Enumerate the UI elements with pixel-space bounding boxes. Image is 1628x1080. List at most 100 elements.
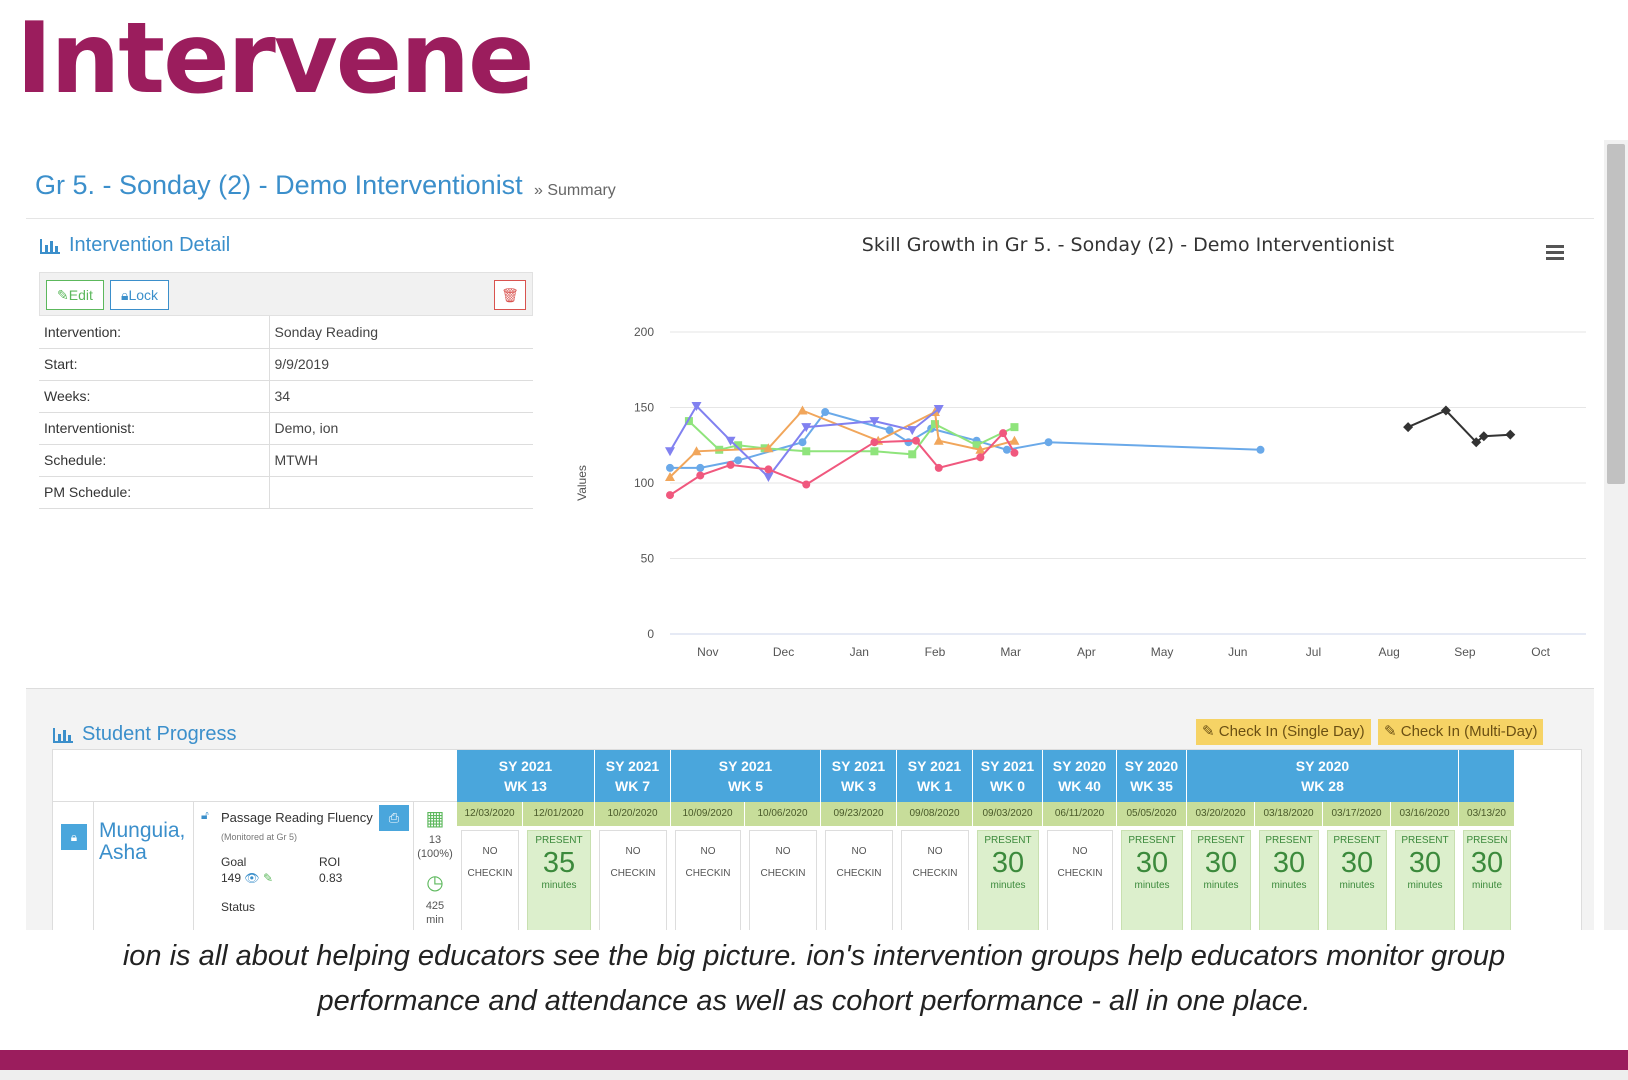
attendance-sub: CHECKIN xyxy=(1057,868,1103,879)
detail-value: MTWH xyxy=(268,444,533,477)
week-year: SY 2020 xyxy=(1295,758,1350,774)
attendance-unit: minute xyxy=(1471,880,1502,891)
attendance-present[interactable]: PRESEN 30 minute xyxy=(1463,830,1511,930)
week-number: WK 40 xyxy=(1058,778,1101,794)
x-tick-label: Jun xyxy=(1228,645,1247,659)
data-point xyxy=(665,447,675,457)
attendance-present[interactable]: PRESENT 30 minutes xyxy=(977,830,1039,930)
measure-name: Passage Reading Fluency xyxy=(221,810,373,825)
week-header[interactable]: SY 2021 WK 1 xyxy=(897,750,973,802)
attendance-no-checkin[interactable]: NO CHECKIN xyxy=(749,830,817,930)
attendance-state: NO xyxy=(482,846,498,857)
page-title: Gr 5. - Sonday (2) - Demo Interventionis… xyxy=(35,170,523,200)
attendance-no-checkin[interactable]: NO CHECKIN xyxy=(599,830,667,930)
breadcrumb-summary[interactable]: » Summary xyxy=(534,182,616,200)
attendance-present[interactable]: PRESENT 30 minutes xyxy=(1395,830,1455,930)
scrollbar[interactable] xyxy=(1604,140,1628,930)
attendance-present[interactable]: PRESENT 30 minutes xyxy=(1259,830,1319,930)
attendance-no-checkin[interactable]: NO CHECKIN xyxy=(675,830,741,930)
data-point xyxy=(1002,445,1011,454)
date-cell: 03/13/20 xyxy=(1459,802,1515,826)
scroll-thumb[interactable] xyxy=(1607,144,1625,484)
edit-button[interactable]: ✎Edit xyxy=(46,280,104,310)
week-header[interactable]: SY 2021 WK 3 xyxy=(821,750,897,802)
detail-value: 9/9/2019 xyxy=(268,348,533,381)
attendance-no-checkin[interactable]: NO CHECKIN xyxy=(461,830,519,930)
week-year: SY 2020 xyxy=(1052,758,1107,774)
x-tick-label: Dec xyxy=(773,645,794,659)
detail-value: Sonday Reading xyxy=(268,316,533,349)
title-divider xyxy=(26,218,1594,219)
detail-row: Intervention: Sonday Reading xyxy=(39,316,533,349)
attendance-no-checkin[interactable]: NO CHECKIN xyxy=(1047,830,1113,930)
caption-line-2: performance and attendance as well as co… xyxy=(317,985,1311,1017)
date-cell: 05/05/2020 xyxy=(1117,802,1187,826)
week-year: SY 2021 xyxy=(831,758,886,774)
attendance-present[interactable]: PRESENT 30 minutes xyxy=(1191,830,1251,930)
attendance-no-checkin[interactable]: NO CHECKIN xyxy=(825,830,893,930)
column-divider xyxy=(93,802,94,930)
week-header[interactable]: SY 2021 WK 0 xyxy=(973,750,1043,802)
attendance-present[interactable]: PRESENT 35 minutes xyxy=(527,830,591,930)
attendance-sub: CHECKIN xyxy=(912,868,958,879)
week-number: WK 28 xyxy=(1301,778,1344,794)
check-in-single-day-button[interactable]: ✎ Check In (Single Day) xyxy=(1196,719,1371,745)
data-point xyxy=(933,435,944,445)
delete-button[interactable]: 🗑︎ xyxy=(494,280,526,310)
student-name[interactable]: Munguia, Asha xyxy=(99,820,185,864)
sessions-count: 13 xyxy=(428,834,442,846)
data-point xyxy=(1010,448,1019,457)
date-cell: 10/20/2020 xyxy=(595,802,671,826)
attendance-sub: CHECKIN xyxy=(685,868,731,879)
pencil-icon: ✎ xyxy=(1384,723,1401,740)
lock-button[interactable]: 🔒︎Lock xyxy=(110,280,170,310)
check-in-multi-day-button[interactable]: ✎ Check In (Multi-Day) xyxy=(1378,719,1544,745)
week-year: SY 2021 xyxy=(605,758,660,774)
data-point xyxy=(666,463,674,472)
attendance-unit: minutes xyxy=(990,880,1026,891)
week-header[interactable]: SY 2021 WK 13 xyxy=(457,750,595,802)
data-point xyxy=(1256,445,1265,454)
student-progress-panel: Student Progress ✎ Check In (Single Day)… xyxy=(26,688,1594,930)
data-point xyxy=(802,480,811,489)
data-point xyxy=(696,463,705,472)
unlock-icon[interactable]: 🔓︎ xyxy=(201,808,209,823)
data-point xyxy=(696,471,705,480)
detail-row: Interventionist: Demo, ion xyxy=(39,412,533,445)
data-point xyxy=(666,491,674,500)
week-header[interactable]: SY 2021 WK 7 xyxy=(595,750,671,802)
x-tick-label: Sep xyxy=(1454,645,1476,659)
attendance-minutes: 30 xyxy=(991,847,1025,879)
detail-row: Weeks: 34 xyxy=(39,380,533,413)
attendance-no-checkin[interactable]: NO CHECKIN xyxy=(901,830,969,930)
detail-label: Start: xyxy=(39,348,269,381)
data-point xyxy=(734,456,743,465)
pencil-icon: ✎ xyxy=(1202,723,1219,740)
monitored-note: (Monitored at Gr 5) xyxy=(221,832,298,842)
data-point xyxy=(999,429,1008,438)
edit-icon[interactable]: ✎ xyxy=(263,871,273,885)
eye-icon[interactable]: 👁︎ xyxy=(244,871,259,885)
week-header[interactable]: SY 2020 WK 40 xyxy=(1043,750,1117,802)
student-lock-icon[interactable]: 🔒︎ xyxy=(61,824,87,850)
data-point xyxy=(726,460,735,469)
date-cell: 12/03/2020 xyxy=(457,802,523,826)
week-header[interactable]: SY 2021 WK 5 xyxy=(671,750,821,802)
date-cell: 09/23/2020 xyxy=(821,802,897,826)
print-icon[interactable]: ⎙ xyxy=(379,805,409,831)
attendance-state: PRESENT xyxy=(535,835,583,846)
intervention-detail-title: Intervention Detail xyxy=(69,234,231,256)
sessions-percent: (100%) xyxy=(417,848,453,860)
date-cell: 03/16/2020 xyxy=(1391,802,1459,826)
x-tick-label: May xyxy=(1151,645,1174,659)
week-header[interactable]: SY 2020 WK 28 xyxy=(1187,750,1459,802)
week-year: SY 2021 xyxy=(980,758,1035,774)
chart-menu-icon[interactable] xyxy=(1546,245,1564,260)
week-header[interactable]: SY 2020 WK 35 xyxy=(1117,750,1187,802)
attendance-minutes: 30 xyxy=(1135,847,1169,879)
attendance-present[interactable]: PRESENT 30 minutes xyxy=(1121,830,1183,930)
attendance-present[interactable]: PRESENT 30 minutes xyxy=(1327,830,1387,930)
y-tick-label: 0 xyxy=(647,627,654,641)
week-header[interactable] xyxy=(1459,750,1515,802)
y-tick-label: 150 xyxy=(634,401,654,415)
